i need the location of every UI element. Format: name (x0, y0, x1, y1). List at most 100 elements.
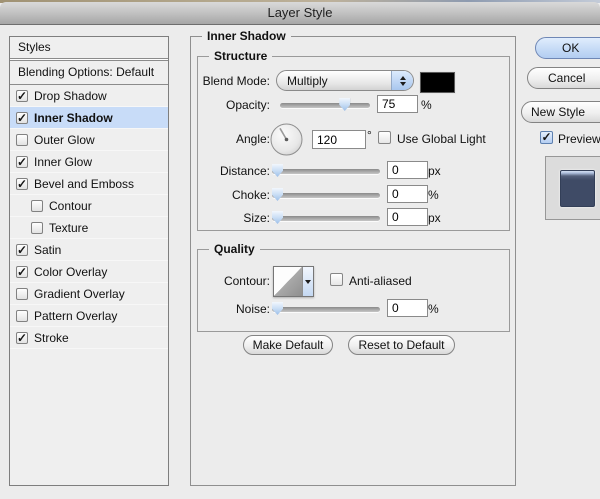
structure-group-title: Structure (209, 49, 273, 63)
style-enable-checkbox[interactable]: ✓ (16, 243, 28, 256)
contour-picker[interactable] (273, 266, 314, 297)
angle-label: Angle: (235, 132, 270, 146)
sidebar-item-label: Contour (49, 198, 92, 213)
blend-mode-dropdown[interactable]: Multiply (276, 70, 414, 91)
distance-slider-thumb[interactable] (272, 164, 283, 177)
size-slider-thumb[interactable] (272, 211, 283, 224)
style-enable-checkbox[interactable] (16, 309, 28, 322)
reset-to-default-button[interactable]: Reset to Default (348, 335, 455, 355)
noise-slider-track[interactable] (272, 307, 380, 312)
sidebar-item-drop-shadow[interactable]: ✓ Drop Shadow (10, 85, 168, 107)
panel-title: Inner Shadow (202, 29, 291, 43)
styles-sidebar: Styles Blending Options: Default ✓ Drop S… (9, 36, 169, 486)
noise-row: Noise: % (198, 299, 509, 319)
quality-group: Quality Contour: Anti-aliased Noise: 0 % (197, 242, 510, 332)
size-slider (272, 211, 380, 225)
choke-slider-track[interactable] (272, 193, 380, 198)
angle-row: Angle: ° Use G (198, 121, 509, 157)
noise-label: Noise: (235, 302, 270, 316)
sidebar-item-gradient-overlay[interactable]: Gradient Overlay (10, 283, 168, 305)
angle-input[interactable] (312, 130, 366, 149)
size-label: Size: (243, 211, 270, 225)
size-input[interactable] (387, 208, 428, 226)
choke-label: Choke: (231, 188, 270, 202)
style-enable-checkbox[interactable]: ✓ (16, 155, 28, 168)
use-global-light-checkbox[interactable] (378, 131, 391, 144)
distance-unit: px (428, 164, 441, 178)
blend-mode-row: Blend Mode: Multiply (198, 69, 509, 93)
sidebar-item-label: Pattern Overlay (34, 308, 118, 323)
sidebar-item-pattern-overlay[interactable]: Pattern Overlay (10, 305, 168, 327)
style-preview-swatch (560, 170, 595, 207)
opacity-slider (280, 98, 370, 112)
opacity-slider-thumb[interactable] (339, 98, 351, 111)
style-enable-checkbox[interactable]: ✓ (16, 331, 28, 344)
style-enable-checkbox[interactable] (16, 133, 28, 146)
styles-header: Styles (18, 40, 51, 54)
sidebar-item-label: Drop Shadow (34, 88, 107, 103)
style-enable-checkbox[interactable] (31, 221, 43, 234)
choke-unit: % (428, 188, 439, 202)
use-global-light-label: Use Global Light (397, 132, 486, 146)
sidebar-item-outer-glow[interactable]: Outer Glow (10, 129, 168, 151)
layer-style-dialog: Layer Style Styles Blending Options: Def… (0, 0, 600, 499)
angle-dial[interactable] (270, 123, 303, 159)
opacity-unit: % (421, 98, 432, 112)
dialog-titlebar[interactable]: Layer Style (0, 2, 600, 25)
new-style-button[interactable]: New Style (521, 101, 600, 123)
style-enable-checkbox[interactable]: ✓ (16, 177, 28, 190)
opacity-slider-track[interactable] (280, 103, 370, 108)
make-default-button[interactable]: Make Default (243, 335, 333, 355)
opacity-input[interactable] (377, 95, 418, 113)
noise-slider-thumb[interactable] (272, 302, 283, 315)
style-enable-checkbox[interactable]: ✓ (16, 111, 28, 124)
style-enable-checkbox[interactable]: ✓ (16, 89, 28, 102)
cancel-button[interactable]: Cancel (527, 67, 600, 89)
style-enable-checkbox[interactable] (31, 199, 43, 212)
sidebar-item-color-overlay[interactable]: ✓ Color Overlay (10, 261, 168, 283)
sidebar-item-label: Outer Glow (34, 132, 95, 147)
choke-input[interactable] (387, 185, 428, 203)
noise-input[interactable] (387, 299, 428, 317)
sidebar-item-blending-options[interactable]: Blending Options: Default (10, 61, 168, 85)
sidebar-item-label: Gradient Overlay (34, 286, 125, 301)
sidebar-item-contour[interactable]: Contour (10, 195, 168, 217)
dialog-title: Layer Style (267, 5, 333, 20)
sidebar-item-label: Color Overlay (34, 264, 108, 279)
blend-mode-value: Multiply (287, 73, 328, 88)
distance-input[interactable] (387, 161, 428, 179)
sidebar-item-label: Inner Glow (34, 154, 93, 169)
style-enable-checkbox[interactable] (16, 287, 28, 300)
distance-label: Distance: (219, 164, 270, 178)
opacity-row: Opacity: % (198, 95, 509, 115)
sidebar-item-label: Texture (49, 220, 89, 235)
sidebar-item-label: Stroke (34, 330, 69, 345)
sidebar-item-bevel-and-emboss[interactable]: ✓ Bevel and Emboss (10, 173, 168, 195)
shadow-color-swatch[interactable] (420, 72, 455, 93)
distance-slider (272, 164, 380, 178)
choke-slider-thumb[interactable] (272, 188, 283, 201)
choke-slider (272, 188, 380, 202)
noise-slider (272, 302, 380, 316)
blend-mode-label: Blend Mode: (202, 74, 270, 88)
contour-linear-thumbnail-icon (274, 267, 303, 296)
choke-row: Choke: % (198, 185, 509, 205)
contour-label: Contour: (223, 274, 270, 288)
sidebar-item-texture[interactable]: Texture (10, 217, 168, 239)
sidebar-item-inner-shadow[interactable]: ✓ Inner Shadow (10, 107, 168, 129)
distance-slider-track[interactable] (272, 169, 380, 174)
size-slider-track[interactable] (272, 216, 380, 221)
sidebar-item-inner-glow[interactable]: ✓ Inner Glow (10, 151, 168, 173)
style-enable-checkbox[interactable]: ✓ (16, 265, 28, 278)
anti-aliased-checkbox[interactable] (330, 273, 343, 286)
inner-shadow-panel: Inner Shadow Structure Blend Mode: Multi… (190, 29, 516, 486)
preview-checkbox[interactable]: ✓ (540, 131, 553, 144)
size-unit: px (428, 211, 441, 225)
sidebar-item-satin[interactable]: ✓ Satin (10, 239, 168, 261)
ok-button[interactable]: OK (535, 37, 600, 59)
sidebar-item-stroke[interactable]: ✓ Stroke (10, 327, 168, 349)
contour-dropdown-arrow-icon (302, 267, 313, 296)
opacity-label: Opacity: (225, 98, 270, 112)
sidebar-item-label: Inner Shadow (34, 110, 113, 125)
style-preview-box (545, 156, 600, 220)
